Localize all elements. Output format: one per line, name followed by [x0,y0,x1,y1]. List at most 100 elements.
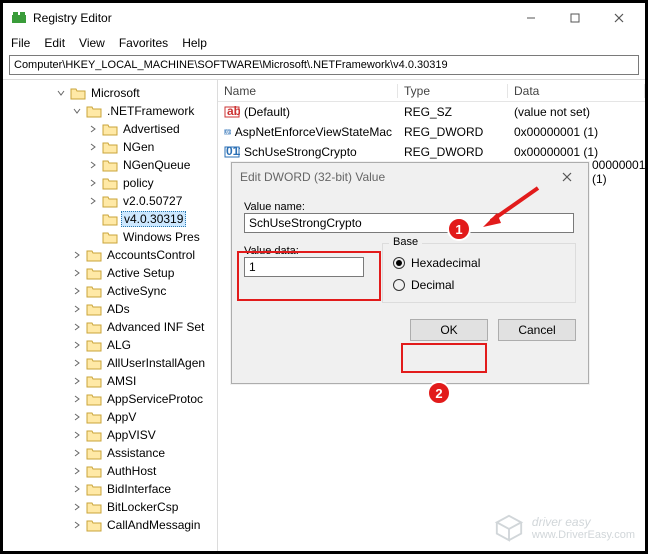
tree-item[interactable]: v4.0.30319 [3,210,217,228]
list-row[interactable]: 011AspNetEnforceViewStateMacREG_DWORD0x0… [218,122,645,142]
tree-item[interactable]: AppServiceProtoc [3,390,217,408]
twisty-icon[interactable] [71,305,83,313]
svg-text:011: 011 [226,144,240,158]
twisty-icon[interactable] [71,251,83,259]
twisty-icon[interactable] [55,89,67,97]
twisty-icon[interactable] [71,107,83,115]
tree-label: NGenQueue [121,158,192,172]
window-title: Registry Editor [33,11,509,25]
folder-icon [86,446,102,460]
tree-item[interactable]: Microsoft [3,84,217,102]
maximize-button[interactable] [553,3,597,33]
tree-label: AppServiceProtoc [105,392,205,406]
folder-icon [86,410,102,424]
tree-item[interactable]: ActiveSync [3,282,217,300]
tree-item[interactable]: BidInterface [3,480,217,498]
reg-dword-icon: 011 [224,124,231,140]
tree-item[interactable]: ALG [3,336,217,354]
tree-item[interactable]: NGen [3,138,217,156]
tree-item[interactable]: AllUserInstallAgen [3,354,217,372]
tree-item[interactable]: ADs [3,300,217,318]
list-row[interactable]: 011SchUseStrongCryptoREG_DWORD0x00000001… [218,142,645,162]
twisty-icon[interactable] [71,503,83,511]
list-row[interactable]: ab(Default)REG_SZ(value not set) [218,102,645,122]
col-type[interactable]: Type [398,84,508,98]
tree-item[interactable]: Advanced INF Set [3,318,217,336]
tree-item[interactable]: Windows Pres [3,228,217,246]
tree-label: v2.0.50727 [121,194,184,208]
twisty-icon[interactable] [87,125,99,133]
folder-icon [86,356,102,370]
tree-label: AccountsControl [105,248,197,262]
folder-icon [102,158,118,172]
twisty-icon[interactable] [71,323,83,331]
value-data-input[interactable] [244,257,364,277]
radio-decimal[interactable]: Decimal [393,276,565,294]
folder-icon [86,320,102,334]
list-cell-name: AspNetEnforceViewStateMac [235,125,392,139]
col-name[interactable]: Name [218,84,398,98]
tree-label: ADs [105,302,132,316]
tree-label: .NETFramework [105,104,196,118]
tree-label: BidInterface [105,482,173,496]
tree-pane[interactable]: Microsoft .NETFramework AdvertisedNGen NGen… [3,80,218,551]
radio-hexadecimal[interactable]: Hexadecimal [393,254,565,272]
tree-item[interactable]: NGenQueue [3,156,217,174]
tree-label: v4.0.30319 [121,211,186,227]
menu-view[interactable]: View [79,36,105,50]
folder-icon [102,140,118,154]
folder-icon [86,266,102,280]
twisty-icon[interactable] [71,395,83,403]
menu-favorites[interactable]: Favorites [119,36,168,50]
address-bar[interactable]: Computer\HKEY_LOCAL_MACHINE\SOFTWARE\Mic… [9,55,639,75]
value-name-input[interactable] [244,213,574,233]
twisty-icon[interactable] [71,413,83,421]
tree-item[interactable]: Assistance [3,444,217,462]
menu-file[interactable]: File [11,36,30,50]
minimize-button[interactable] [509,3,553,33]
tree-item[interactable]: AppVISV [3,426,217,444]
twisty-icon[interactable] [87,143,99,151]
twisty-icon[interactable] [87,161,99,169]
svg-text:ab: ab [227,104,240,118]
folder-icon [102,194,118,208]
twisty-icon[interactable] [71,269,83,277]
tree-item[interactable]: AccountsControl [3,246,217,264]
value-data-label: Value data: [244,245,364,257]
twisty-icon[interactable] [71,467,83,475]
twisty-icon[interactable] [71,287,83,295]
cancel-button[interactable]: Cancel [498,319,576,341]
col-data[interactable]: Data [508,84,645,98]
tree-item[interactable]: AppV [3,408,217,426]
twisty-icon[interactable] [71,521,83,529]
folder-icon [70,86,86,100]
menu-edit[interactable]: Edit [44,36,65,50]
menu-help[interactable]: Help [182,36,207,50]
twisty-icon[interactable] [71,341,83,349]
tree-item[interactable]: CallAndMessagin [3,516,217,534]
twisty-icon[interactable] [71,485,83,493]
twisty-icon[interactable] [87,179,99,187]
tree-item[interactable]: policy [3,174,217,192]
list-cell-name: SchUseStrongCrypto [244,145,357,159]
twisty-icon[interactable] [71,449,83,457]
tree-item[interactable]: Advertised [3,120,217,138]
twisty-icon[interactable] [87,197,99,205]
dialog-close-button[interactable] [554,163,580,191]
tree-item[interactable]: BitLockerCsp [3,498,217,516]
tree-label: CallAndMessagin [105,518,202,532]
list-cell-type: REG_DWORD [398,125,508,139]
tree-item[interactable]: v2.0.50727 [3,192,217,210]
close-button[interactable] [597,3,641,33]
tree-item[interactable]: .NETFramework [3,102,217,120]
tree-label: ALG [105,338,133,352]
twisty-icon[interactable] [71,377,83,385]
tree-label: Microsoft [89,86,142,100]
tree-item[interactable]: Active Setup [3,264,217,282]
twisty-icon[interactable] [71,431,83,439]
ok-button[interactable]: OK [410,319,488,341]
tree-item[interactable]: AMSI [3,372,217,390]
twisty-icon[interactable] [71,359,83,367]
tree-item[interactable]: AuthHost [3,462,217,480]
tree-label: Windows Pres [121,230,202,244]
